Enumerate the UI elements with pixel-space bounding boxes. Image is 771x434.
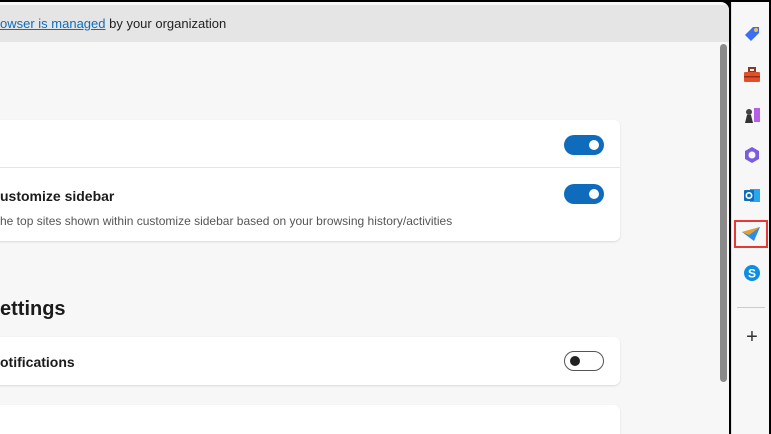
- skype-icon[interactable]: S: [739, 260, 765, 286]
- toggle-1[interactable]: [564, 135, 604, 155]
- outlook-icon[interactable]: [739, 182, 765, 208]
- telegram-icon[interactable]: [734, 220, 768, 248]
- shopping-tag-icon[interactable]: [739, 21, 765, 47]
- edge-sidebar: S +: [731, 2, 769, 434]
- m365-icon[interactable]: [739, 142, 765, 168]
- customize-sidebar-title: ustomize sidebar: [0, 188, 115, 204]
- setting-row-customize-sidebar: ustomize sidebar he top sites shown with…: [0, 169, 620, 241]
- section-heading: ettings: [0, 298, 66, 320]
- add-icon[interactable]: +: [739, 324, 765, 350]
- managed-banner: owser is managed by your organization: [0, 5, 729, 42]
- managed-link[interactable]: owser is managed: [0, 16, 106, 31]
- games-icon[interactable]: [739, 102, 765, 128]
- notifications-toggle[interactable]: [564, 351, 604, 371]
- notifications-card: otifications: [0, 337, 620, 385]
- next-card: [0, 405, 620, 434]
- banner-text: by your organization: [105, 16, 227, 31]
- svg-text:S: S: [748, 267, 756, 281]
- customize-sidebar-desc: he top sites shown within customize side…: [0, 214, 453, 228]
- sidebar-settings-card: ustomize sidebar he top sites shown with…: [0, 120, 620, 241]
- sidebar-divider: [737, 307, 765, 308]
- customize-sidebar-toggle[interactable]: [564, 184, 604, 204]
- tools-icon[interactable]: [739, 62, 765, 88]
- settings-page: owser is managed by your organization us…: [0, 2, 729, 434]
- notifications-title: otifications: [0, 354, 75, 370]
- setting-row-1: [0, 120, 620, 168]
- scrollbar[interactable]: [720, 44, 727, 382]
